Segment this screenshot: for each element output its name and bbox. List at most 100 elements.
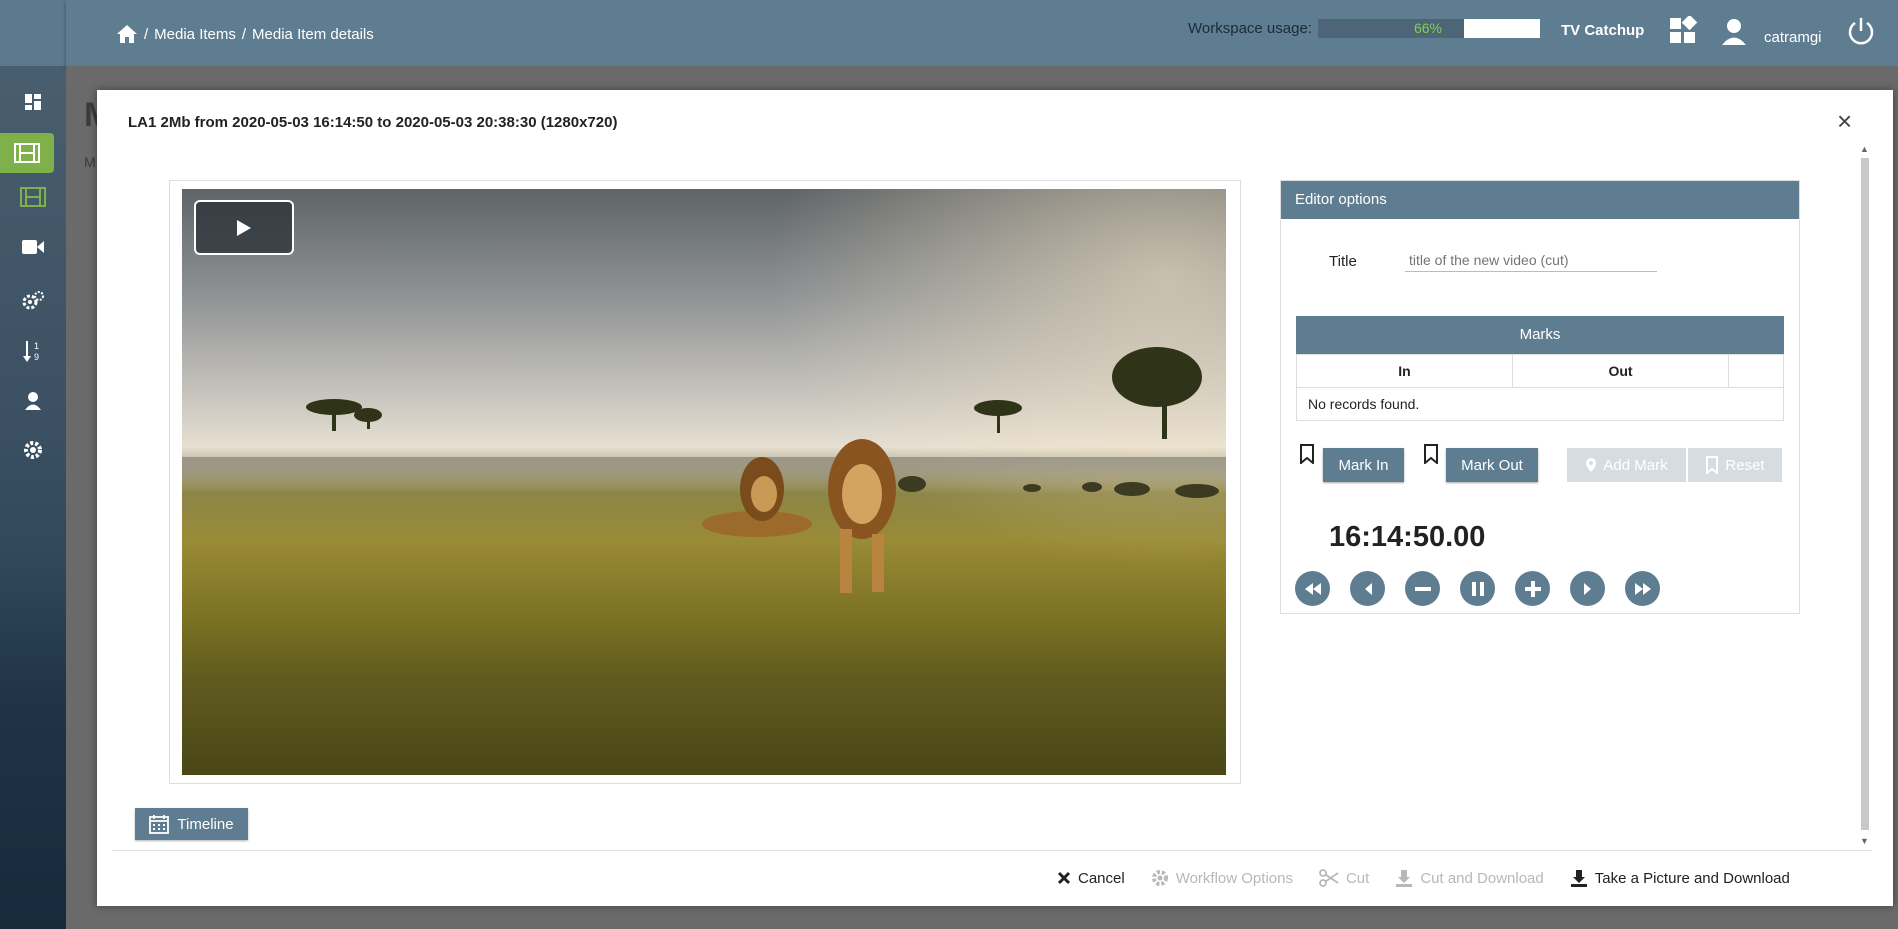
timeline-button[interactable]: Timeline — [135, 808, 248, 840]
apps-grid-icon[interactable] — [1668, 16, 1698, 46]
step-forward-button[interactable] — [1570, 571, 1605, 606]
play-icon — [237, 219, 251, 236]
mark-controls: Mark In Mark Out Add Mark Reset — [1296, 440, 1784, 482]
workspace-usage: Workspace usage: 66% — [1188, 19, 1540, 38]
editor-options-heading: Editor options — [1281, 181, 1799, 219]
bookmark-icon — [1706, 456, 1719, 474]
workspace-usage-value: 66% — [1413, 20, 1442, 36]
pause-icon — [1471, 581, 1484, 596]
cut-and-download-label: Cut and Download — [1420, 869, 1544, 887]
sidebar-logo-area — [0, 0, 66, 66]
top-bar: / Media Items / Media Item details Works… — [66, 0, 1898, 66]
increase-button[interactable] — [1515, 571, 1550, 606]
mark-out-button[interactable]: Mark Out — [1446, 448, 1538, 482]
user-icon — [25, 392, 41, 410]
sidebar-item-recorder[interactable] — [0, 227, 66, 267]
sidebar-item-users[interactable] — [0, 381, 66, 421]
fast-backward-icon — [1304, 582, 1321, 595]
timeline-label: Timeline — [177, 815, 234, 833]
playback-controls — [1295, 571, 1660, 606]
gear-icon — [1151, 870, 1168, 886]
reset-button[interactable]: Reset — [1688, 448, 1782, 482]
video-player-frame — [169, 180, 1241, 784]
fast-forward-icon — [1634, 582, 1651, 595]
step-forward-icon — [1583, 582, 1591, 595]
sidebar-item-workflows[interactable] — [0, 281, 66, 321]
empty-message: No records found. — [1296, 387, 1784, 421]
close-icon[interactable]: × — [1837, 108, 1852, 134]
step-backward-button[interactable] — [1350, 571, 1385, 606]
username[interactable]: catramgi — [1764, 29, 1822, 46]
download-icon — [1396, 870, 1413, 887]
add-mark-button[interactable]: Add Mark — [1567, 448, 1686, 482]
title-label: Title — [1329, 253, 1357, 270]
workspace-usage-label: Workspace usage: — [1188, 20, 1312, 37]
minus-icon — [1414, 586, 1431, 591]
scrollbar-thumb[interactable] — [1861, 158, 1869, 830]
channel-name[interactable]: TV Catchup — [1561, 22, 1644, 39]
breadcrumb-item-current: Media Item details — [252, 25, 374, 43]
add-mark-label: Add Mark — [1603, 456, 1668, 474]
workspace-usage-bar: 66% — [1317, 19, 1540, 38]
settings-icon — [24, 441, 42, 459]
download-icon — [1570, 870, 1587, 887]
marks-grid: In Out No records found. — [1296, 354, 1784, 421]
play-button[interactable] — [194, 200, 294, 255]
reset-label: Reset — [1725, 456, 1765, 474]
step-backward-icon — [1364, 582, 1372, 595]
footer-divider — [112, 850, 1872, 851]
calendar-icon — [149, 815, 170, 834]
scroll-up-icon[interactable]: ▲ — [1860, 144, 1869, 154]
cut-label: Cut — [1345, 869, 1370, 887]
sidebar-item-sort[interactable]: 19 — [0, 331, 66, 371]
sidebar-item-settings[interactable] — [0, 430, 66, 470]
editor-options-panel: Editor options Title Marks In Out No rec… — [1280, 180, 1800, 614]
gears-icon — [22, 291, 44, 310]
page-subtitle: M — [84, 154, 96, 170]
decrease-button[interactable] — [1405, 571, 1440, 606]
close-icon — [1057, 871, 1071, 885]
cut-button[interactable]: Cut — [1319, 869, 1369, 887]
plus-icon — [1524, 580, 1541, 597]
svg-text:9: 9 — [34, 352, 39, 362]
video-player[interactable] — [182, 189, 1226, 775]
take-picture-label: Take a Picture and Download — [1594, 869, 1790, 887]
cancel-label: Cancel — [1078, 869, 1125, 887]
modal-scrollbar[interactable]: ▲ ▼ — [1857, 142, 1871, 848]
workspace-usage-fill — [1317, 19, 1465, 38]
user-icon[interactable] — [1721, 18, 1747, 46]
col-header-actions — [1728, 354, 1784, 388]
mark-in-button[interactable]: Mark In — [1323, 448, 1404, 482]
bookmark-icon — [1424, 444, 1438, 464]
take-picture-button[interactable]: Take a Picture and Download — [1570, 869, 1790, 887]
workflow-options-button[interactable]: Workflow Options — [1151, 869, 1293, 887]
cut-and-download-button[interactable]: Cut and Download — [1395, 869, 1544, 887]
video-frame-scene — [306, 347, 1219, 593]
fast-backward-button[interactable] — [1295, 571, 1330, 606]
cancel-button[interactable]: Cancel — [1057, 870, 1125, 887]
scroll-down-icon[interactable]: ▼ — [1860, 836, 1869, 846]
title-input[interactable] — [1405, 249, 1657, 272]
fast-forward-button[interactable] — [1625, 571, 1660, 606]
timecode-display: 16:14:50.00 — [1329, 521, 1486, 553]
col-header-in[interactable]: In — [1296, 354, 1513, 388]
breadcrumb-item-media-items[interactable]: Media Items — [154, 26, 236, 43]
marks-table: Marks In Out No records found. — [1296, 316, 1784, 421]
power-icon[interactable] — [1846, 16, 1876, 46]
map-marker-icon — [1586, 458, 1597, 472]
marks-heading: Marks — [1296, 316, 1784, 354]
breadcrumb: / Media Items / Media Item details — [116, 24, 374, 44]
film-icon — [20, 187, 46, 207]
sidebar-item-dashboard[interactable] — [0, 82, 66, 122]
video-camera-icon — [22, 240, 44, 254]
sidebar: 19 — [0, 0, 66, 929]
svg-text:1: 1 — [34, 341, 39, 351]
sort-numeric-icon: 19 — [23, 341, 39, 362]
pause-button[interactable] — [1460, 571, 1495, 606]
sidebar-item-clips[interactable] — [0, 177, 66, 217]
breadcrumb-separator: / — [144, 25, 149, 43]
sidebar-item-media[interactable] — [0, 133, 54, 173]
home-icon[interactable] — [116, 24, 138, 44]
scissors-icon — [1319, 869, 1339, 887]
col-header-out[interactable]: Out — [1512, 354, 1729, 388]
